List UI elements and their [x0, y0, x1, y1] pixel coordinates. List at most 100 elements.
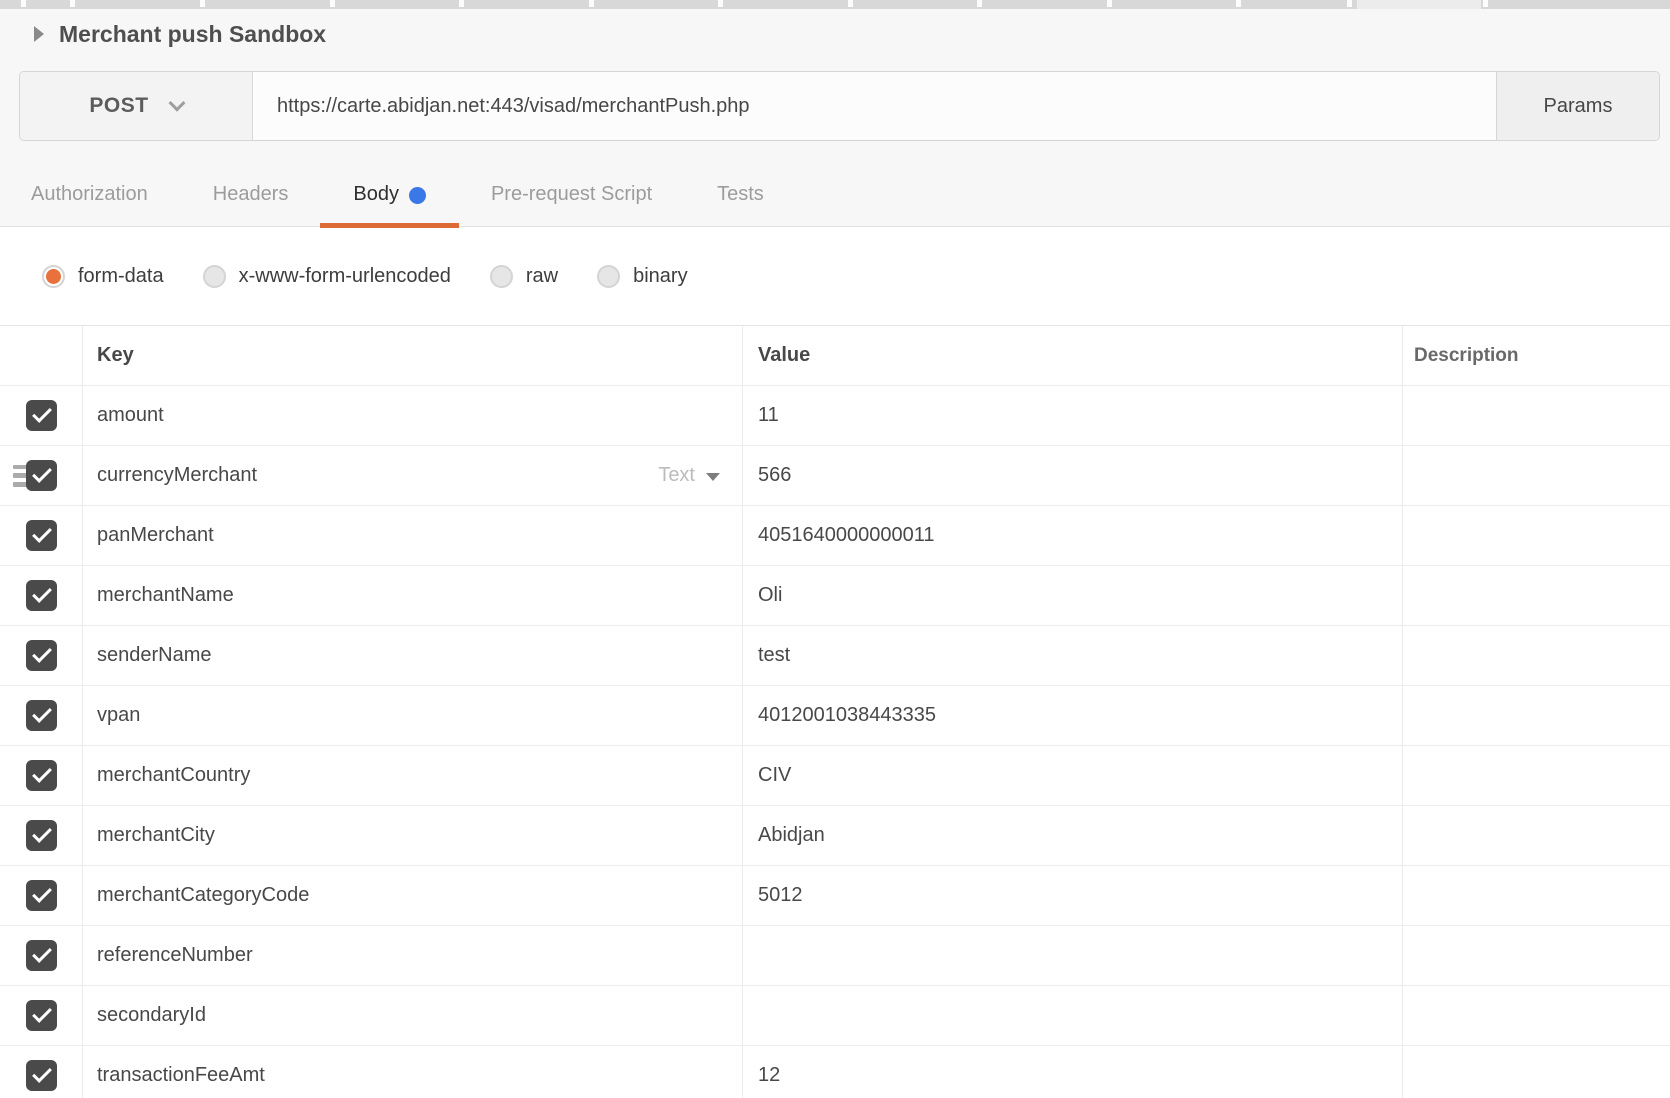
row-checkbox[interactable] — [26, 460, 57, 491]
key-text: merchantCity — [97, 824, 215, 847]
radio-icon[interactable] — [203, 265, 226, 288]
key-text: referenceNumber — [97, 944, 253, 967]
value-text: 11 — [758, 404, 779, 427]
value-cell[interactable]: Abidjan — [742, 806, 1402, 865]
request-header: Merchant push Sandbox POST https://carte… — [0, 9, 1670, 227]
description-cell[interactable] — [1402, 686, 1670, 745]
value-cell[interactable]: 4012001038443335 — [742, 686, 1402, 745]
description-cell[interactable] — [1402, 746, 1670, 805]
row-checkbox[interactable] — [26, 640, 57, 671]
radio-icon[interactable] — [42, 265, 65, 288]
checkbox-column-header — [0, 326, 82, 385]
description-cell[interactable] — [1402, 866, 1670, 925]
row-checkbox[interactable] — [26, 700, 57, 731]
description-cell[interactable] — [1402, 986, 1670, 1045]
row-select-cell — [0, 626, 82, 685]
row-checkbox[interactable] — [26, 820, 57, 851]
radio-raw[interactable]: raw — [490, 265, 558, 288]
key-text: secondaryId — [97, 1004, 206, 1027]
table-row: merchantCategoryCode 5012 — [0, 866, 1670, 926]
row-checkbox[interactable] — [26, 1060, 57, 1091]
description-cell[interactable] — [1402, 386, 1670, 445]
row-checkbox[interactable] — [26, 520, 57, 551]
row-checkbox[interactable] — [26, 940, 57, 971]
value-cell[interactable]: CIV — [742, 746, 1402, 805]
key-cell[interactable]: amount — [82, 386, 742, 445]
value-cell[interactable]: 566 — [742, 446, 1402, 505]
key-cell[interactable]: merchantCountry — [82, 746, 742, 805]
value-cell[interactable] — [742, 926, 1402, 985]
value-type-label: Text — [658, 464, 695, 487]
radio-icon[interactable] — [597, 265, 620, 288]
description-cell[interactable] — [1402, 1046, 1670, 1098]
tab-headers[interactable]: Headers — [213, 141, 289, 227]
value-text: 5012 — [758, 884, 803, 907]
table-row: secondaryId — [0, 986, 1670, 1046]
tab-strip-notch — [330, 0, 335, 7]
row-checkbox[interactable] — [26, 1000, 57, 1031]
description-cell[interactable] — [1402, 806, 1670, 865]
key-cell[interactable]: merchantName — [82, 566, 742, 625]
value-cell[interactable]: Oli — [742, 566, 1402, 625]
key-cell[interactable]: transactionFeeAmt — [82, 1046, 742, 1098]
value-text: CIV — [758, 764, 791, 787]
row-checkbox[interactable] — [26, 400, 57, 431]
body-type-selector: form-data x-www-form-urlencoded raw bina… — [0, 228, 1670, 325]
radio-binary[interactable]: binary — [597, 265, 687, 288]
key-cell[interactable]: vpan — [82, 686, 742, 745]
description-cell[interactable] — [1402, 626, 1670, 685]
tab-tests[interactable]: Tests — [717, 141, 764, 227]
form-data-table: Key Value Description amount 11 curr — [0, 325, 1670, 1098]
caret-down-icon — [706, 473, 720, 481]
key-cell[interactable]: currencyMerchant Text — [82, 446, 742, 505]
description-cell[interactable] — [1402, 926, 1670, 985]
tab-strip-notch — [1483, 0, 1488, 7]
tab-pre-request-script[interactable]: Pre-request Script — [491, 141, 652, 227]
value-text: 12 — [758, 1064, 780, 1087]
key-cell[interactable]: referenceNumber — [82, 926, 742, 985]
params-button[interactable]: Params — [1496, 72, 1659, 140]
row-select-cell — [0, 986, 82, 1045]
url-input[interactable]: https://carte.abidjan.net:443/visad/merc… — [253, 72, 1496, 140]
radio-x-www-form-urlencoded[interactable]: x-www-form-urlencoded — [203, 265, 451, 288]
radio-icon[interactable] — [490, 265, 513, 288]
row-select-cell — [0, 1046, 82, 1098]
value-type-dropdown[interactable]: Text — [658, 464, 742, 487]
key-cell[interactable]: merchantCity — [82, 806, 742, 865]
tab-body[interactable]: Body — [353, 141, 426, 227]
table-row: amount 11 — [0, 386, 1670, 446]
value-cell[interactable]: 11 — [742, 386, 1402, 445]
key-text: merchantCountry — [97, 764, 250, 787]
tab-strip-notch — [848, 0, 853, 7]
table-header-row: Key Value Description — [0, 326, 1670, 386]
description-cell[interactable] — [1402, 566, 1670, 625]
tab-authorization[interactable]: Authorization — [31, 141, 148, 227]
key-text: amount — [97, 404, 164, 427]
value-cell[interactable]: 12 — [742, 1046, 1402, 1098]
key-cell[interactable]: merchantCategoryCode — [82, 866, 742, 925]
row-checkbox[interactable] — [26, 880, 57, 911]
row-select-cell — [0, 926, 82, 985]
table-row: referenceNumber — [0, 926, 1670, 986]
description-cell[interactable] — [1402, 506, 1670, 565]
collapse-triangle-icon[interactable] — [34, 26, 44, 42]
chevron-down-icon — [168, 95, 185, 112]
app-tab-bar-edge — [0, 0, 1670, 9]
method-dropdown[interactable]: POST — [20, 72, 253, 140]
radio-form-data[interactable]: form-data — [42, 265, 164, 288]
value-cell[interactable] — [742, 986, 1402, 1045]
key-text: merchantName — [97, 584, 234, 607]
value-text: test — [758, 644, 790, 667]
tab-strip-notch — [977, 0, 982, 7]
row-checkbox[interactable] — [26, 580, 57, 611]
row-checkbox[interactable] — [26, 760, 57, 791]
key-cell[interactable]: panMerchant — [82, 506, 742, 565]
value-cell[interactable]: test — [742, 626, 1402, 685]
value-cell[interactable]: 5012 — [742, 866, 1402, 925]
key-cell[interactable]: senderName — [82, 626, 742, 685]
key-cell[interactable]: secondaryId — [82, 986, 742, 1045]
description-cell[interactable] — [1402, 446, 1670, 505]
value-cell[interactable]: 4051640000000011 — [742, 506, 1402, 565]
key-header: Key — [82, 326, 742, 385]
row-select-cell — [0, 686, 82, 745]
